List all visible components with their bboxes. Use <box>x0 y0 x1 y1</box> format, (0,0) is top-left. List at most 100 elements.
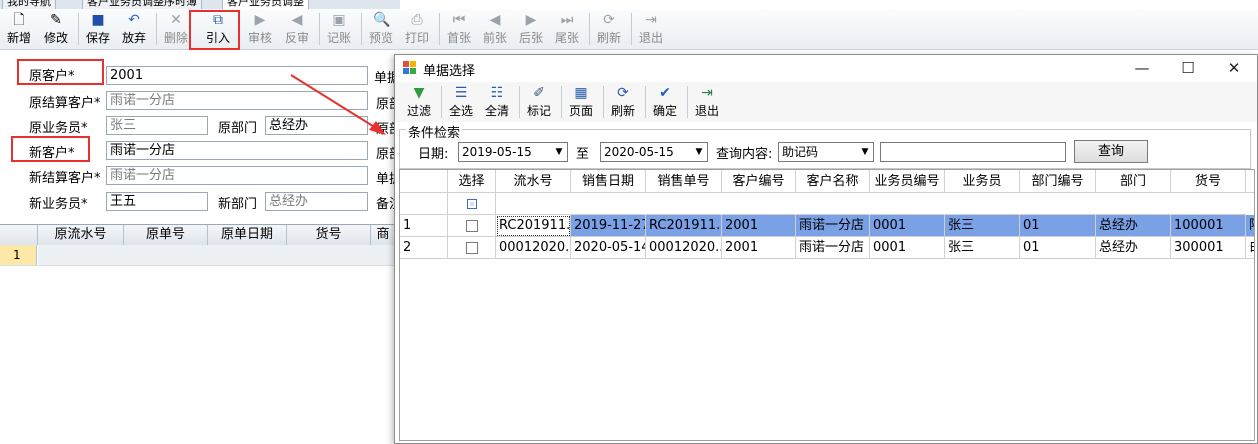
confirm-button[interactable]: ✔ 确定 <box>649 82 681 122</box>
cell-sale-date[interactable]: 2020-05-14 <box>571 237 646 259</box>
new-customer-field[interactable]: 雨诺一分店 <box>106 141 368 160</box>
new-button[interactable]: 🗋 新增 <box>4 9 34 49</box>
date-to-picker[interactable]: 2020-05-15 ▼ <box>600 142 708 162</box>
clear-all-button[interactable]: ☷ 全清 <box>481 82 513 122</box>
col-header-item-no[interactable]: 货号 <box>1171 170 1246 193</box>
minimize-button[interactable]: — <box>1119 55 1165 82</box>
print-button[interactable]: ⎙ 打印 <box>401 9 433 49</box>
tab-my-navigation[interactable]: 我的导航 <box>2 0 56 9</box>
cell-item-no[interactable]: 100001 <box>1171 215 1246 237</box>
col-header-sale-order[interactable]: 销售单号 <box>646 170 722 193</box>
last-icon: ⏭ <box>560 12 574 28</box>
chevron-down-icon: ▼ <box>695 147 703 157</box>
new-dept-field[interactable]: 总经办 <box>265 192 368 211</box>
prev-record-button[interactable]: ◀ 前张 <box>479 9 511 49</box>
post-button[interactable]: ▣ 记账 <box>323 9 355 49</box>
cell-salesman-no[interactable]: 0001 <box>870 215 945 237</box>
row-checkbox[interactable] <box>448 215 496 237</box>
cell-item-no[interactable]: 300001 <box>1171 237 1246 259</box>
orig-settle-field[interactable]: 雨诺一分店 <box>106 91 368 110</box>
col-header-cust-name[interactable]: 客户名称 <box>796 170 870 193</box>
cell-serial[interactable]: RC201911... <box>496 215 571 237</box>
cell-dept-no[interactable]: 01 <box>1020 237 1096 259</box>
refresh-button[interactable]: ⟳ 刷新 <box>593 9 625 49</box>
cell-cust-no[interactable]: 2001 <box>722 237 796 259</box>
unaudit-button[interactable]: ◀ 反审 <box>281 9 313 49</box>
orig-salesman-field[interactable]: 张三 <box>106 116 208 135</box>
col-header-sale-date[interactable]: 销售日期 <box>571 170 646 193</box>
new-customer-label: 新客户* <box>29 146 75 161</box>
cell-salesman[interactable]: 张三 <box>945 237 1020 259</box>
chevron-down-icon: ▼ <box>555 147 563 157</box>
tab-adjust[interactable]: 客户业务员调整 <box>222 0 309 9</box>
last-record-button[interactable]: ⏭ 尾张 <box>551 9 583 49</box>
detail-col-header[interactable]: 货号 <box>287 225 371 245</box>
col-header-salesman-no[interactable]: 业务员编号 <box>870 170 945 193</box>
col-header-dept[interactable]: 部门 <box>1096 170 1171 193</box>
cell-salesman[interactable]: 张三 <box>945 215 1020 237</box>
col-header-select[interactable]: 选择 <box>448 170 496 193</box>
cell-sale-order[interactable]: RC201911... <box>646 215 722 237</box>
mark-button[interactable]: ✐ 标记 <box>523 82 555 122</box>
edit-button[interactable]: ✎ 修改 <box>40 9 72 49</box>
detail-col-header[interactable]: 原单号 <box>124 225 208 245</box>
query-button[interactable]: 查询 <box>1074 140 1148 163</box>
cell-serial[interactable]: 00012020... <box>496 237 571 259</box>
delete-button[interactable]: ✕ 删除 <box>161 9 191 49</box>
cell-dept[interactable]: 总经办 <box>1096 237 1171 259</box>
detail-col-header[interactable]: 商 <box>371 225 395 245</box>
maximize-icon: ☐ <box>1181 59 1195 77</box>
col-header-extra[interactable] <box>1246 170 1254 193</box>
orig-dept-field[interactable]: 总经办 <box>265 116 368 135</box>
preview-button[interactable]: 🔍 预览 <box>365 9 397 49</box>
query-type-select[interactable]: 助记码 ▼ <box>778 142 874 162</box>
col-header-dept-no[interactable]: 部门编号 <box>1020 170 1096 193</box>
checkbox-icon <box>466 198 477 209</box>
tab-adjust-journal[interactable]: 客户业务员调整序时簿 <box>82 0 202 9</box>
query-input[interactable] <box>880 142 1066 162</box>
close-button[interactable]: ✕ <box>1211 55 1257 82</box>
detail-row-cells[interactable] <box>38 245 395 265</box>
exit-button[interactable]: ⇥ 退出 <box>691 82 723 122</box>
audit-button[interactable]: ▶ 审核 <box>244 9 276 49</box>
next-icon: ▶ <box>525 12 537 28</box>
col-header-salesman[interactable]: 业务员 <box>945 170 1020 193</box>
dialog-title: 单据选择 <box>423 64 476 79</box>
cell-extra[interactable]: 阿 <box>1246 215 1254 237</box>
first-record-button[interactable]: ⏮ 首张 <box>443 9 475 49</box>
col-header-cust-no[interactable]: 客户编号 <box>722 170 796 193</box>
undo-button[interactable]: ↶ 放弃 <box>118 9 150 49</box>
row-checkbox[interactable] <box>448 237 496 259</box>
next-record-button[interactable]: ▶ 后张 <box>515 9 547 49</box>
cell-cust-name[interactable]: 雨诺一分店 <box>796 215 870 237</box>
date-from-picker[interactable]: 2019-05-15 ▼ <box>458 142 568 162</box>
cell-sale-order[interactable]: 00012020... <box>646 237 722 259</box>
cell-cust-name[interactable]: 雨诺一分店 <box>796 237 870 259</box>
filter-button[interactable]: ▼ 过滤 <box>403 82 435 122</box>
col-header-serial[interactable]: 流水号 <box>496 170 571 193</box>
tab-strip: 我的导航 客户业务员调整序时簿 客户业务员调整 <box>0 0 400 9</box>
cell-salesman-no[interactable]: 0001 <box>870 237 945 259</box>
cell-dept[interactable]: 总经办 <box>1096 215 1171 237</box>
cell-cust-no[interactable]: 2001 <box>722 215 796 237</box>
detail-col-header[interactable]: 原单日期 <box>208 225 287 245</box>
dialog-toolbar: ▼ 过滤 ☰ 全选 ☷ 全清 ✐ 标记 ▦ 页面 ⟳ 刷新 ✔ 确定 ⇥ 退出 <box>395 82 1257 122</box>
orig-customer-field[interactable]: 2001 <box>106 66 368 85</box>
cell-sale-date[interactable]: 2019-11-27 <box>571 215 646 237</box>
cell-dept-no[interactable]: 01 <box>1020 215 1096 237</box>
maximize-button[interactable]: ☐ <box>1165 55 1211 82</box>
new-salesman-field[interactable]: 王五 <box>106 192 208 211</box>
page-button[interactable]: ▦ 页面 <box>565 82 597 122</box>
exit-icon: ⇥ <box>701 85 713 101</box>
refresh-button[interactable]: ⟳ 刷新 <box>607 82 639 122</box>
new-settle-field[interactable]: 雨诺一分店 <box>106 166 368 185</box>
exit-button[interactable]: ⇥ 退出 <box>635 9 667 49</box>
select-all-button[interactable]: ☰ 全选 <box>445 82 477 122</box>
page-icon: ▦ <box>574 85 588 101</box>
undo-icon: ↶ <box>128 12 140 28</box>
table-row[interactable]: 1 <box>0 245 395 266</box>
detail-col-header[interactable]: 原流水号 <box>38 225 124 245</box>
cell-extra[interactable]: 白 <box>1246 237 1254 259</box>
save-button[interactable]: ■ 保存 <box>83 9 113 49</box>
select-all-checkbox[interactable] <box>448 193 496 215</box>
